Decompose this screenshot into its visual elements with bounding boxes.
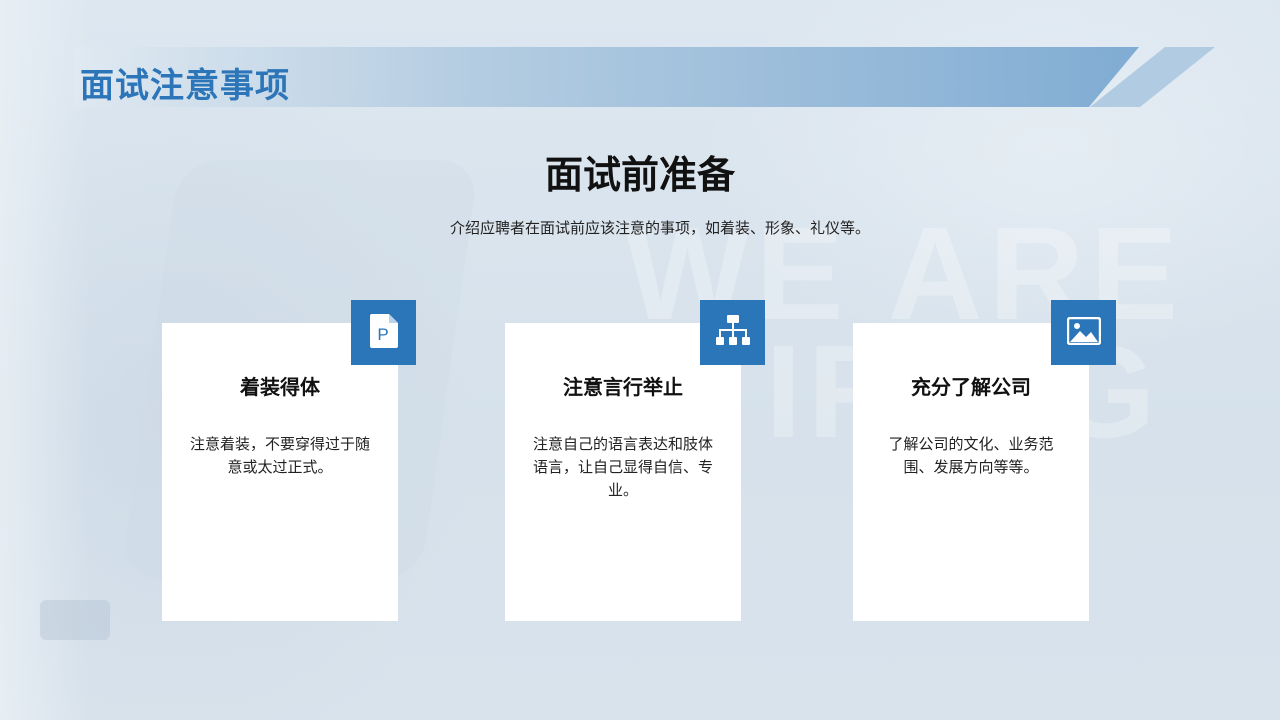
background-cufflink xyxy=(40,600,110,640)
card-text: 了解公司的文化、业务范围、发展方向等等。 xyxy=(888,435,1054,476)
main-heading: 面试前准备 xyxy=(544,153,735,197)
image-icon xyxy=(1066,316,1101,349)
card-text: 注意自己的语言表达和肢体语言，让自己显得自信、专业。 xyxy=(533,435,714,499)
card-title: 着装得体 xyxy=(240,375,320,399)
card-dress: 着装得体 注意着装，不要穿得过于随意或太过正式。 xyxy=(162,323,398,621)
org-chart-icon xyxy=(715,314,750,351)
card-badge xyxy=(1051,300,1116,365)
card-badge xyxy=(700,300,765,365)
main-subtitle: 介绍应聘者在面试前应该注意的事项，如着装、形象、礼仪等。 xyxy=(449,219,870,237)
card-title: 注意言行举止 xyxy=(563,375,683,399)
card-behavior: 注意言行举止 注意自己的语言表达和肢体语言，让自己显得自信、专业。 xyxy=(505,323,741,621)
card-title: 充分了解公司 xyxy=(911,375,1031,399)
svg-text:P: P xyxy=(377,325,388,344)
card-company: 充分了解公司 了解公司的文化、业务范围、发展方向等等。 xyxy=(853,323,1089,621)
card-badge: P xyxy=(351,300,416,365)
card-text: 注意着装，不要穿得过于随意或太过正式。 xyxy=(190,435,371,476)
document-p-icon: P xyxy=(369,313,398,352)
page-title: 面试注意事项 xyxy=(80,66,290,106)
